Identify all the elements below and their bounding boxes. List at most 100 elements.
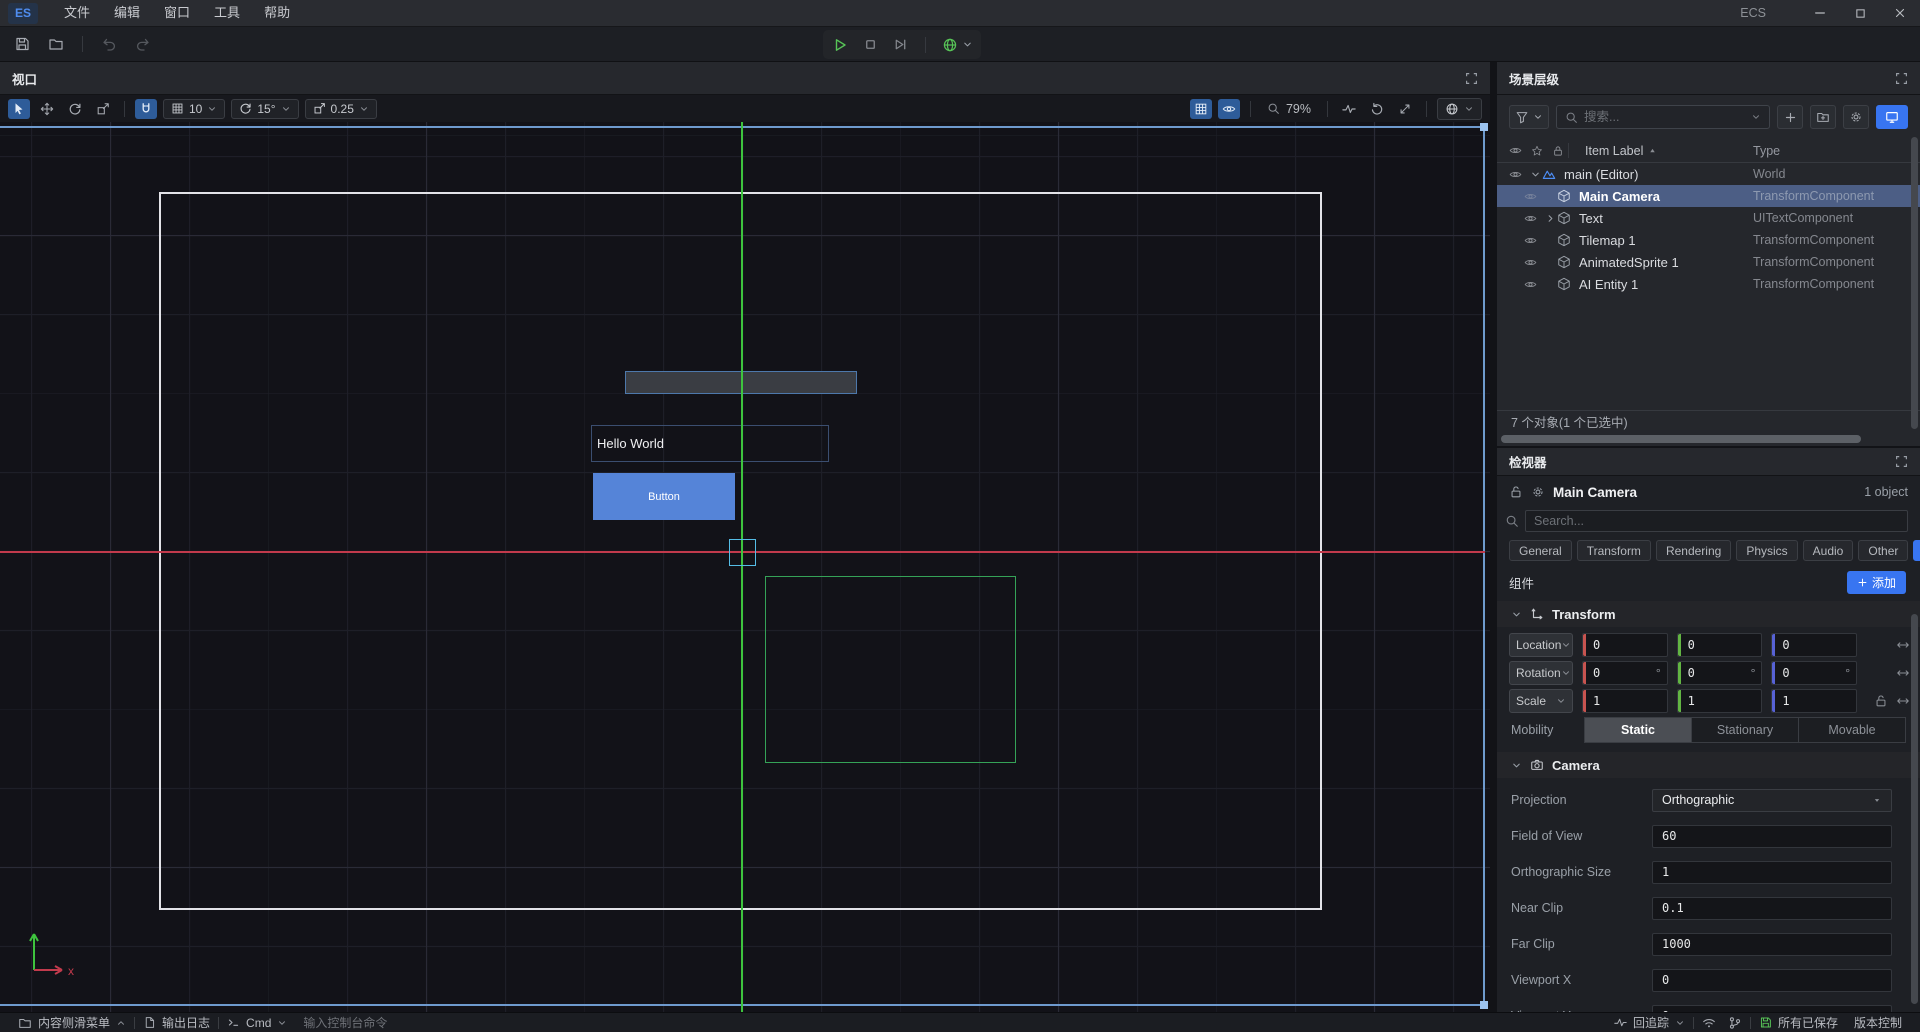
menu-file[interactable]: 文件 [52,0,102,26]
visibility-button[interactable] [1218,99,1240,119]
eye-icon[interactable] [1524,212,1537,225]
tree-row-animatedsprite[interactable]: AnimatedSprite 1 TransformComponent [1497,251,1920,273]
save-button[interactable] [10,32,34,56]
mobility-stationary[interactable]: Stationary [1692,718,1799,742]
minimize-button[interactable] [1800,0,1840,26]
lock-column-icon[interactable] [1552,145,1564,157]
expand-panel-icon[interactable] [1465,72,1478,85]
eye-icon[interactable] [1524,256,1537,269]
tab-transform[interactable]: Transform [1577,540,1651,561]
mobility-static[interactable]: Static [1585,718,1692,742]
tree-row-tilemap[interactable]: Tilemap 1 TransformComponent [1497,229,1920,251]
viewport-x-field[interactable]: 0 [1652,969,1892,992]
rotation-y-field[interactable]: 0° [1677,661,1763,685]
scene-canvas[interactable]: Hello World Button x [0,122,1490,1012]
world-mode-dropdown[interactable] [942,37,973,53]
ui-button-element[interactable]: Button [593,473,735,520]
grid-snap-dropdown[interactable]: 10 [163,99,225,119]
trace-dropdown[interactable]: 回追踪 [1606,1014,1693,1031]
reset-view-button[interactable] [1366,99,1388,119]
tree-row-main-camera[interactable]: Main Camera TransformComponent [1497,185,1920,207]
tab-all[interactable]: All [1913,540,1920,561]
location-z-field[interactable]: 0 [1771,633,1857,657]
close-button[interactable] [1880,0,1920,26]
network-status[interactable] [1694,1016,1750,1030]
star-column-icon[interactable] [1531,145,1543,157]
rotate-tool-button[interactable] [64,99,86,119]
field-of-view-field[interactable]: 60 [1652,825,1892,848]
viewport-y-field[interactable]: 0 [1652,1005,1892,1013]
zoom-control[interactable]: 79% [1261,102,1317,116]
rotation-x-field[interactable]: 0° [1582,661,1668,685]
fit-view-button[interactable] [1394,99,1416,119]
output-log-button[interactable]: 输出日志 [135,1014,218,1031]
snap-toggle-button[interactable] [135,99,157,119]
tab-rendering[interactable]: Rendering [1656,540,1731,561]
play-button[interactable] [831,33,849,57]
rotation-z-field[interactable]: 0° [1771,661,1857,685]
inspector-vscrollbar[interactable] [1911,614,1918,1004]
lock-icon[interactable] [1509,485,1523,499]
undo-button[interactable] [97,32,121,56]
maximize-button[interactable] [1840,0,1880,26]
camera-bounds-handle[interactable] [1480,1001,1488,1009]
entity-bounds-rect[interactable] [765,576,1016,763]
uniform-scale-lock-icon[interactable] [1874,694,1888,708]
open-button[interactable] [44,32,68,56]
display-mode-button[interactable] [1876,105,1908,129]
link-axes-icon[interactable] [1896,666,1910,680]
mobility-movable[interactable]: Movable [1799,718,1905,742]
console-input[interactable]: 输入控制台命令 [295,1014,515,1031]
scale-dropdown[interactable]: Scale [1509,689,1573,713]
eye-column-icon[interactable] [1509,144,1522,157]
menu-help[interactable]: 帮助 [252,0,302,26]
location-dropdown[interactable]: Location [1509,633,1573,657]
version-control-button[interactable]: 版本控制 [1846,1014,1910,1031]
save-status[interactable]: 所有已保存 [1751,1014,1846,1031]
location-y-field[interactable]: 0 [1677,633,1763,657]
step-button[interactable] [891,33,909,57]
scale-x-field[interactable]: 1 [1582,689,1668,713]
move-tool-button[interactable] [36,99,58,119]
eye-icon[interactable] [1524,190,1537,203]
tab-other[interactable]: Other [1858,540,1908,561]
tab-audio[interactable]: Audio [1803,540,1854,561]
link-axes-icon[interactable] [1896,638,1910,652]
ui-text-element[interactable]: Hello World [591,425,829,462]
content-drawer-button[interactable]: 内容侧滑菜单 [10,1014,134,1031]
inspector-search-input[interactable] [1534,514,1899,528]
tab-general[interactable]: General [1509,540,1572,561]
tree-row-ai-entity[interactable]: AI Entity 1 TransformComponent [1497,273,1920,295]
cmd-dropdown[interactable]: Cmd [219,1016,295,1030]
scale-tool-button[interactable] [92,99,114,119]
column-item-label[interactable]: Item Label [1585,144,1657,158]
eye-icon[interactable] [1524,278,1537,291]
location-x-field[interactable]: 0 [1582,633,1668,657]
redo-button[interactable] [131,32,155,56]
tab-physics[interactable]: Physics [1736,540,1797,561]
scale-y-field[interactable]: 1 [1677,689,1763,713]
gear-icon[interactable] [1531,485,1545,499]
select-tool-button[interactable] [8,99,30,119]
hierarchy-search[interactable] [1556,105,1770,129]
column-type[interactable]: Type [1753,144,1780,158]
camera-gizmo[interactable] [729,539,756,566]
chevron-down-icon[interactable] [1530,169,1541,180]
add-component-button[interactable]: 添加 [1847,571,1906,594]
near-clip-field[interactable]: 0.1 [1652,897,1892,920]
stop-button[interactable] [861,33,879,57]
scrollbar-thumb[interactable] [1501,435,1861,443]
expand-panel-icon[interactable] [1895,455,1908,468]
hierarchy-hscrollbar[interactable] [1497,432,1920,446]
rotation-dropdown[interactable]: Rotation [1509,661,1573,685]
link-axes-icon[interactable] [1896,694,1910,708]
filter-dropdown[interactable] [1509,105,1549,129]
add-entity-button[interactable] [1777,105,1803,129]
scale-snap-dropdown[interactable]: 0.25 [305,99,377,119]
tree-row-world[interactable]: main (Editor) World [1497,163,1920,185]
eye-icon[interactable] [1509,168,1522,181]
eye-icon[interactable] [1524,234,1537,247]
app-logo[interactable]: ES [8,3,38,24]
far-clip-field[interactable]: 1000 [1652,933,1892,956]
camera-section-header[interactable]: Camera [1497,752,1920,778]
